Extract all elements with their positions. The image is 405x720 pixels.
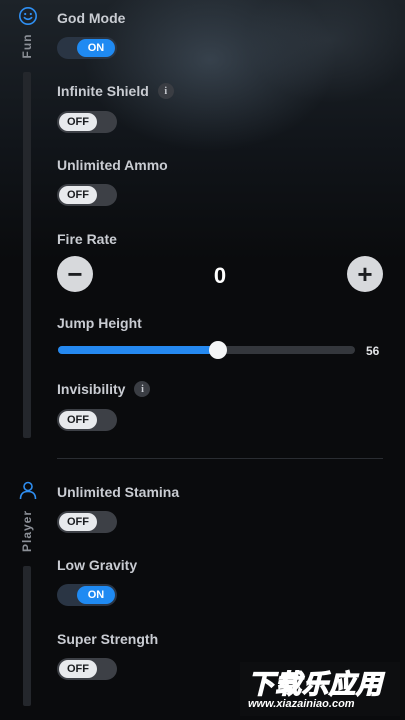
unlimited-stamina-toggle[interactable]: OFF [57,511,117,533]
super-strength-label: Super Strength [57,631,159,647]
jump-height-value: 56 [366,344,380,358]
unlimited-ammo-toggle[interactable]: OFF [57,184,117,206]
unlimited-ammo-row: Unlimited Ammo OFF [57,157,383,206]
minus-button[interactable]: − [57,256,93,292]
god-mode-row: God Mode ON [57,10,383,59]
low-gravity-label: Low Gravity [57,557,138,573]
person-icon [19,481,37,500]
infinite-shield-label: Infinite Shield [57,83,149,99]
unlimited-stamina-label: Unlimited Stamina [57,484,180,500]
section-divider [57,458,383,459]
super-strength-toggle-state: OFF [59,660,97,678]
watermark-title: 下载乐应用 [247,668,384,699]
sidebar-label-player: Player [20,509,34,553]
smiley-icon [19,7,37,25]
super-strength-row: Super Strength OFF [57,631,383,680]
infinite-shield-toggle-state: OFF [59,113,97,131]
slider-fill [58,346,219,354]
unlimited-ammo-label: Unlimited Ammo [57,157,168,173]
invisibility-toggle-state: OFF [59,411,97,429]
low-gravity-row: Low Gravity ON [57,557,383,606]
unlimited-stamina-row: Unlimited Stamina OFF [57,484,383,533]
invisibility-toggle[interactable]: OFF [57,409,117,431]
fire-rate-value: 0 [213,263,227,288]
unlimited-ammo-toggle-state: OFF [59,186,97,204]
super-strength-toggle[interactable]: OFF [57,658,117,680]
invisibility-label: Invisibility [57,381,126,397]
fire-rate-row: Fire Rate − 0 + [57,231,383,301]
god-mode-toggle-state: ON [77,39,115,57]
infinite-shield-toggle[interactable]: OFF [57,111,117,133]
low-gravity-toggle[interactable]: ON [57,584,117,606]
plus-button[interactable]: + [347,256,383,292]
watermark: 下载乐应用 www.xiazainiao.com [240,662,400,716]
info-icon[interactable]: i [134,381,151,397]
jump-height-label: Jump Height [57,315,142,331]
unlimited-stamina-toggle-state: OFF [59,513,97,531]
infinite-shield-row: Infinite Shield i OFF [57,83,383,133]
watermark-url: www.xiazainiao.com [248,698,355,710]
invisibility-row: Invisibility i OFF [57,381,383,431]
jump-height-row: Jump Height 56 [57,315,383,360]
info-icon[interactable]: i [157,83,174,99]
sidebar-label-fun: Fun [20,33,34,59]
god-mode-toggle[interactable]: ON [57,37,117,59]
god-mode-label: God Mode [57,10,126,26]
slider-thumb[interactable] [209,341,228,359]
jump-height-slider[interactable] [58,341,355,359]
sidebar-bar-player [23,566,31,706]
fire-rate-label: Fire Rate [57,231,117,247]
sidebar-bar-fun [23,72,31,438]
low-gravity-toggle-state: ON [77,586,115,604]
